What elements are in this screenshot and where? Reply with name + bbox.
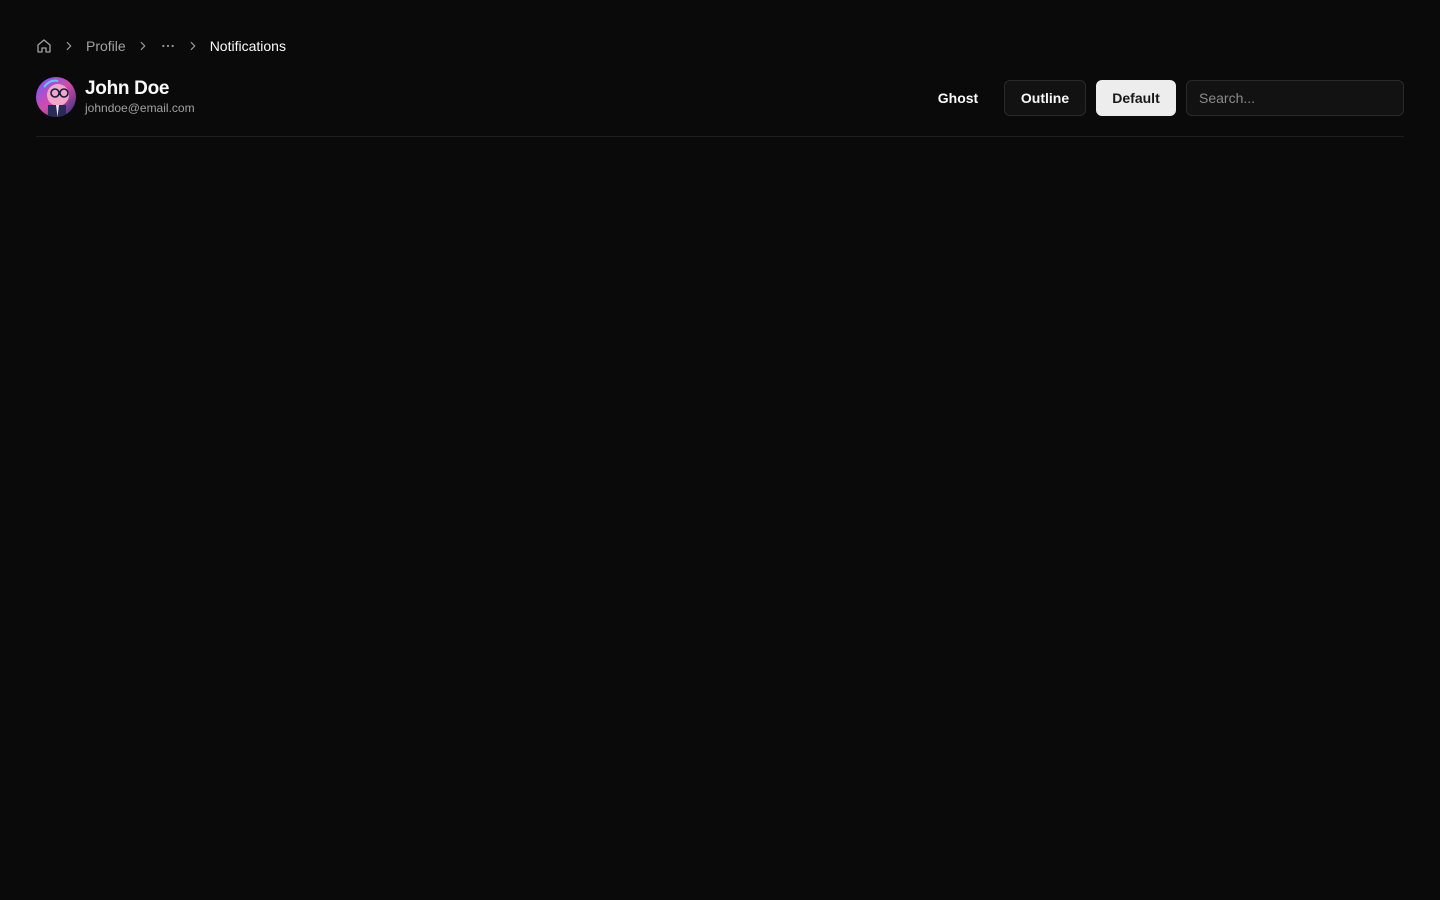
breadcrumb-home[interactable] <box>36 38 52 54</box>
user-text: John Doe johndoe@email.com <box>85 78 195 116</box>
avatar[interactable] <box>36 77 76 117</box>
chevron-right-icon <box>190 41 196 51</box>
user-name: John Doe <box>85 78 170 99</box>
breadcrumb-item-notifications: Notifications <box>209 38 286 54</box>
breadcrumb-item-profile[interactable]: Profile <box>86 36 126 56</box>
user-email: johndoe@email.com <box>85 101 195 115</box>
home-icon <box>37 39 51 53</box>
default-button[interactable]: Default <box>1096 80 1176 116</box>
outline-button[interactable]: Outline <box>1004 80 1086 116</box>
breadcrumb-separator <box>185 38 201 54</box>
breadcrumb-ellipsis[interactable] <box>160 38 176 54</box>
breadcrumb-separator <box>61 38 77 54</box>
more-horizontal-icon <box>161 44 174 48</box>
header-actions: Ghost Outline Default <box>922 80 1404 116</box>
chevron-right-icon <box>66 41 72 51</box>
breadcrumb: Profile Notifications <box>36 36 286 56</box>
page-header: John Doe johndoe@email.com Ghost Outline… <box>36 76 1404 118</box>
page: Profile Notifications John Doe johndoe@e… <box>0 0 1440 900</box>
chevron-right-icon <box>140 41 146 51</box>
breadcrumb-separator <box>135 38 151 54</box>
search-input[interactable] <box>1186 80 1404 116</box>
ghost-button[interactable]: Ghost <box>922 80 994 116</box>
avatar-image <box>36 77 76 117</box>
user-info: John Doe johndoe@email.com <box>36 77 195 117</box>
header-divider <box>36 136 1404 137</box>
